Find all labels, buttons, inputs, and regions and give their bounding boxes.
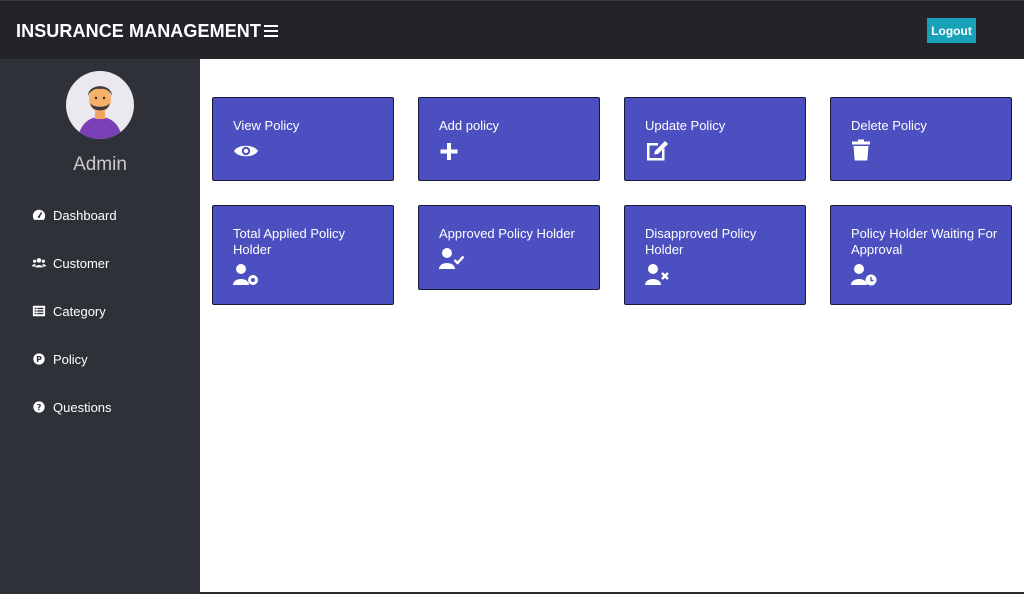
user-check-icon	[439, 247, 465, 271]
sidebar-item-label: Policy	[53, 351, 88, 367]
delete-policy-card[interactable]: Delete Policy	[830, 97, 1012, 181]
waiting-approval-card[interactable]: Policy Holder Waiting For Approval	[830, 205, 1012, 305]
card-title: Approved Policy Holder	[439, 226, 575, 241]
app-brand[interactable]: INSURANCE MANAGEMENT	[16, 21, 261, 42]
user-clock-icon	[851, 263, 877, 287]
tachometer-icon	[32, 208, 46, 222]
total-applied-policy-holder-card[interactable]: Total Applied Policy Holder	[212, 205, 394, 305]
user-times-icon	[645, 263, 671, 287]
menu-toggle-icon[interactable]	[264, 25, 278, 37]
admin-avatar	[66, 71, 134, 139]
sidebar-item-dashboard[interactable]: Dashboard	[32, 205, 117, 225]
sidebar-item-label: Customer	[53, 255, 110, 271]
sidebar-item-label: Category	[53, 303, 106, 319]
card-title: Update Policy	[645, 118, 726, 133]
card-title: Policy Holder Waiting For Approval	[851, 226, 998, 257]
approved-policy-holder-card[interactable]: Approved Policy Holder	[418, 205, 600, 290]
policy-p-icon: P	[32, 352, 46, 366]
sidebar-item-label: Questions	[53, 399, 112, 415]
disapproved-policy-holder-card[interactable]: Disapproved Policy Holder	[624, 205, 806, 305]
users-icon	[32, 256, 46, 270]
sidebar-item-policy[interactable]: P Policy	[32, 349, 88, 369]
eye-icon	[233, 139, 259, 163]
list-icon	[32, 304, 46, 318]
sidebar-item-category[interactable]: Category	[32, 301, 106, 321]
card-title: Delete Policy	[851, 118, 927, 133]
svg-text:P: P	[36, 355, 42, 364]
user-cog-icon	[233, 263, 259, 287]
sidebar: Admin Dashboard Customer Category P Poli…	[0, 59, 200, 594]
top-navbar: INSURANCE MANAGEMENT Logout	[0, 0, 1024, 59]
svg-text:?: ?	[37, 402, 42, 412]
add-policy-card[interactable]: Add policy	[418, 97, 600, 181]
plus-icon	[439, 139, 465, 163]
sidebar-item-customer[interactable]: Customer	[32, 253, 109, 273]
card-title: Disapproved Policy Holder	[645, 226, 757, 257]
card-title: Total Applied Policy Holder	[233, 226, 346, 257]
question-circle-icon: ?	[32, 400, 46, 414]
card-title: Add policy	[439, 118, 499, 133]
edit-icon	[645, 138, 671, 162]
trash-icon	[851, 138, 877, 162]
update-policy-card[interactable]: Update Policy	[624, 97, 806, 181]
sidebar-item-questions[interactable]: ? Questions	[32, 397, 112, 417]
card-title: View Policy	[233, 118, 300, 133]
sidebar-item-label: Dashboard	[53, 207, 117, 223]
view-policy-card[interactable]: View Policy	[212, 97, 394, 181]
logout-button[interactable]: Logout	[927, 18, 976, 43]
admin-name: Admin	[73, 154, 127, 175]
